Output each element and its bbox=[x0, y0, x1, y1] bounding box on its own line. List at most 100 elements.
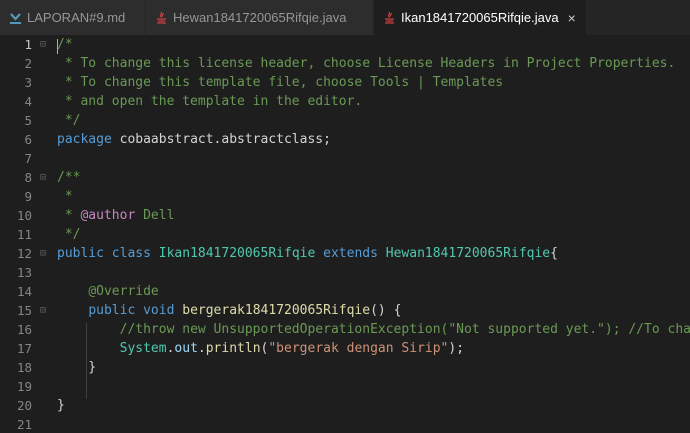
code-editor[interactable]: 1 ⊟ /* 2 * To change this license header, c… bbox=[0, 35, 690, 433]
code-line[interactable]: 13 bbox=[0, 263, 690, 282]
code-token: "bergerak dengan Sirip" bbox=[268, 341, 449, 356]
code-text: * To change this license header, choose … bbox=[57, 54, 676, 73]
code-line[interactable]: 20} bbox=[0, 396, 690, 415]
code-line[interactable]: 7 bbox=[0, 149, 690, 168]
line-number: 12 bbox=[16, 246, 32, 261]
code-text: * @author Dell bbox=[57, 206, 175, 225]
code-token: //throw new UnsupportedOperationExceptio… bbox=[119, 322, 690, 337]
line-number: 14 bbox=[16, 284, 32, 299]
code-line[interactable]: 11 */ bbox=[0, 225, 690, 244]
code-token: @Override bbox=[88, 284, 159, 299]
code-text: /* bbox=[57, 35, 73, 54]
code-text: public void bergerak1841720065Rifqie() { bbox=[57, 301, 401, 320]
fold-toggle-icon[interactable]: ⊟ bbox=[40, 244, 46, 263]
tab-label: Hewan1841720065Rifqie.java bbox=[173, 10, 347, 25]
code-line[interactable]: 17 System.out.println("bergerak dengan S… bbox=[0, 339, 690, 358]
code-token: } bbox=[57, 360, 97, 375]
code-token: /* bbox=[57, 37, 73, 52]
code-text: System.out.println("bergerak dengan Siri… bbox=[57, 339, 464, 358]
code-token: */ bbox=[57, 113, 81, 128]
markdown-icon bbox=[10, 13, 21, 24]
code-token: Dell bbox=[135, 208, 175, 223]
code-text: } bbox=[57, 396, 65, 415]
code-text: * bbox=[57, 187, 73, 206]
tab-ikan-java[interactable]: Ikan1841720065Rifqie.java × bbox=[374, 0, 586, 35]
code-token: extends bbox=[323, 246, 378, 261]
fold-toggle-icon[interactable]: ⊟ bbox=[40, 168, 46, 187]
code-line[interactable]: 16 //throw new UnsupportedOperationExcep… bbox=[0, 320, 690, 339]
tab-laporan-md[interactable]: LAPORAN#9.md bbox=[0, 0, 145, 35]
code-text: } bbox=[57, 358, 96, 377]
code-text: public class Ikan1841720065Rifqie extend… bbox=[57, 244, 558, 263]
code-token: public bbox=[57, 246, 104, 261]
line-number: 11 bbox=[16, 227, 32, 242]
code-text: */ bbox=[57, 225, 81, 244]
code-token: . bbox=[197, 341, 206, 356]
code-line[interactable]: 9 * bbox=[0, 187, 690, 206]
code-line[interactable]: 5 */ bbox=[0, 111, 690, 130]
code-token: * and open the template in the editor. bbox=[57, 94, 363, 109]
line-number: 2 bbox=[24, 56, 32, 71]
code-token: println bbox=[205, 341, 261, 356]
line-number: 5 bbox=[24, 113, 32, 128]
line-number: 6 bbox=[24, 132, 32, 147]
code-line[interactable]: 4 * and open the template in the editor. bbox=[0, 92, 690, 111]
code-token: { bbox=[550, 246, 558, 261]
line-number: 7 bbox=[24, 151, 32, 166]
code-line[interactable]: 12 ⊟ public class Ikan1841720065Rifqie ext… bbox=[0, 244, 690, 263]
code-token: bergerak1841720065Rifqie bbox=[182, 303, 371, 318]
line-number: 8 bbox=[24, 170, 32, 185]
code-line[interactable]: 8 ⊟ /** bbox=[0, 168, 690, 187]
line-number: 17 bbox=[16, 341, 32, 356]
fold-toggle-icon[interactable]: ⊟ bbox=[40, 301, 46, 320]
line-number: 9 bbox=[24, 189, 32, 204]
code-token: Hewan1841720065Rifqie bbox=[385, 246, 551, 261]
code-token: */ bbox=[57, 227, 81, 242]
code-line[interactable]: 3 * To change this template file, choose… bbox=[0, 73, 690, 92]
code-line[interactable]: 18 } bbox=[0, 358, 690, 377]
code-token: void bbox=[143, 303, 175, 318]
code-token: * To change this template file, choose T… bbox=[57, 75, 504, 90]
code-line[interactable]: 21 bbox=[0, 415, 690, 433]
tab-bar: LAPORAN#9.md Hewan1841720065Rifqie.java … bbox=[0, 0, 690, 35]
code-line[interactable]: 1 ⊟ /* bbox=[0, 35, 690, 54]
code-line[interactable]: 2 * To change this license header, choos… bbox=[0, 54, 690, 73]
close-icon[interactable]: × bbox=[568, 11, 576, 25]
code-token: out bbox=[174, 341, 198, 356]
code-text: /** bbox=[57, 168, 80, 187]
code-token: () { bbox=[370, 303, 402, 318]
code-line[interactable]: 19 bbox=[0, 377, 690, 396]
code-line[interactable]: 10 * @author Dell bbox=[0, 206, 690, 225]
line-number: 1 bbox=[24, 37, 32, 52]
code-token: /** bbox=[57, 170, 81, 185]
line-number: 10 bbox=[16, 208, 32, 223]
code-line[interactable]: 14 @Override bbox=[0, 282, 690, 301]
line-number: 16 bbox=[16, 322, 32, 337]
tab-label: LAPORAN#9.md bbox=[27, 10, 126, 25]
fold-toggle-icon[interactable]: ⊟ bbox=[40, 35, 46, 54]
code-token: @author bbox=[80, 208, 136, 223]
code-token: * bbox=[57, 208, 81, 223]
code-text: //throw new UnsupportedOperationExceptio… bbox=[57, 320, 690, 339]
java-icon bbox=[157, 11, 166, 24]
line-number: 15 bbox=[16, 303, 32, 318]
code-token: * To change this license header, choose … bbox=[57, 56, 676, 71]
line-number: 13 bbox=[16, 265, 32, 280]
code-line[interactable]: 6 package cobaabstract.abstractclass; bbox=[0, 130, 690, 149]
line-number: 18 bbox=[16, 360, 32, 375]
code-line[interactable]: 15 ⊟ public void bergerak1841720065Rifqie… bbox=[0, 301, 690, 320]
code-token: public bbox=[88, 303, 136, 318]
tab-hewan-java[interactable]: Hewan1841720065Rifqie.java bbox=[146, 0, 373, 35]
line-number: 20 bbox=[16, 398, 32, 413]
code-token: cobaabstract.abstractclass; bbox=[111, 132, 331, 147]
code-token: class bbox=[111, 246, 151, 261]
line-number: 3 bbox=[24, 75, 32, 90]
code-text: * To change this template file, choose T… bbox=[57, 73, 503, 92]
